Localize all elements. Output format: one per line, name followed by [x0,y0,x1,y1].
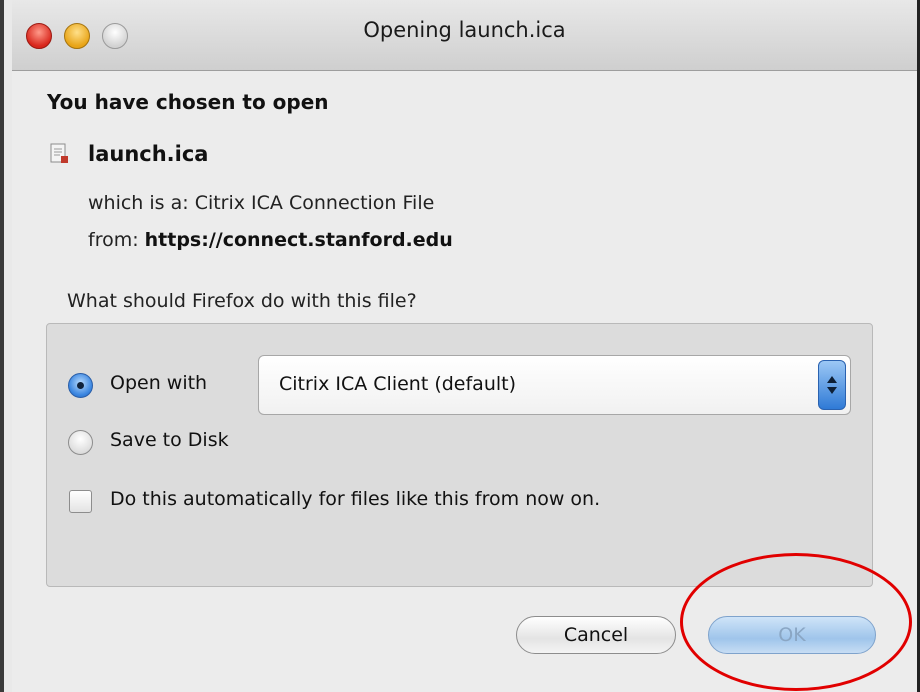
cancel-button[interactable]: Cancel [516,616,676,654]
auto-action-label[interactable]: Do this automatically for files like thi… [110,488,600,510]
from-label: from: [88,229,139,251]
ok-highlight-circle [680,553,912,691]
title-bar[interactable]: Opening launch.ica [12,0,917,71]
up-down-arrows-glyph [827,376,837,394]
application-select[interactable]: Citrix ICA Client (default) [258,355,851,415]
application-select-value: Citrix ICA Client (default) [279,373,516,395]
up-down-arrows-icon[interactable] [818,360,846,410]
source-url: https://connect.stanford.edu [144,229,453,251]
auto-action-checkbox[interactable] [69,490,92,513]
dialog-heading: You have chosen to open [47,90,329,114]
background-window-edge [0,0,12,692]
open-with-radio[interactable] [68,373,93,398]
open-with-label[interactable]: Open with [110,372,207,394]
file-name: launch.ica [88,142,209,166]
save-to-disk-label[interactable]: Save to Disk [110,429,229,451]
file-type: which is a: Citrix ICA Connection File [88,192,435,214]
file-icon [50,143,68,163]
action-question: What should Firefox do with this file? [67,290,417,312]
window-title: Opening launch.ica [363,18,566,42]
save-to-disk-radio[interactable] [68,430,93,455]
file-source: from: https://connect.stanford.edu [88,229,453,251]
